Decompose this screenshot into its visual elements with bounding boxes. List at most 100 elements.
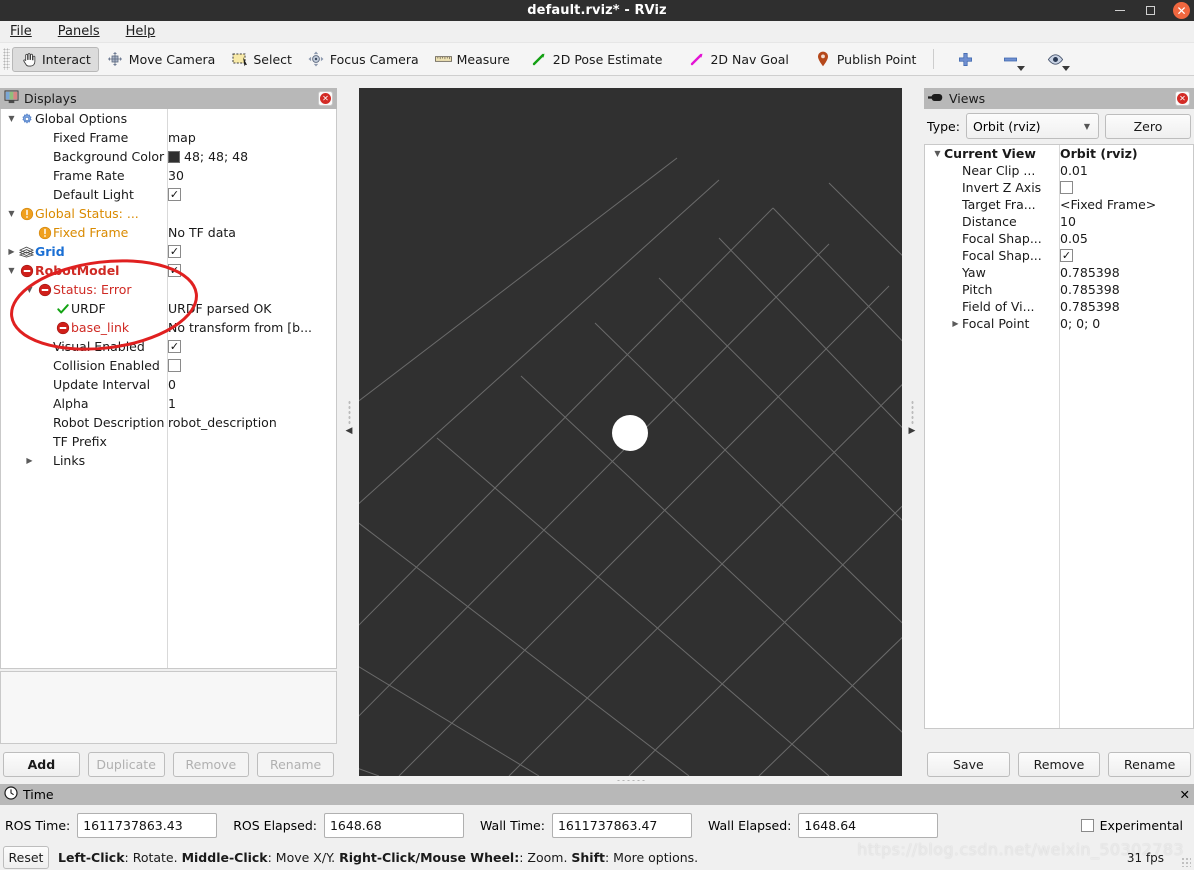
displays-row-global-status[interactable]: ▼ Global Status: ... [1, 204, 336, 223]
views-row-target-fra[interactable]: Target Fra... <Fixed Frame> [925, 196, 1193, 213]
views-row-value[interactable]: 0.05 [1060, 231, 1088, 246]
displays-row-collision-enabled[interactable]: Collision Enabled [1, 356, 336, 375]
expand-arrow-down-icon[interactable]: ▼ [931, 149, 944, 158]
expand-arrow-right-icon[interactable]: ▶ [5, 247, 18, 256]
minus-icon[interactable] [1002, 51, 1026, 71]
tool-move-camera[interactable]: Move Camera [99, 47, 224, 72]
displays-row-background-color[interactable]: Background Color 48; 48; 48 [1, 147, 336, 166]
right-collapse-arrow-icon[interactable]: ▶ [909, 426, 916, 436]
tool-measure[interactable]: Measure [427, 47, 518, 72]
displays-row-value[interactable]: URDF parsed OK [168, 301, 272, 316]
views-tree[interactable]: ▼ Current View Orbit (rviz) Near Clip ... 0.… [924, 144, 1194, 729]
time-close-button[interactable]: ✕ [1180, 787, 1190, 802]
background-color-swatch[interactable] [168, 150, 180, 163]
menu-file[interactable]: File [7, 23, 35, 40]
displays-row-checkbox[interactable] [168, 359, 181, 372]
render-viewport-3d[interactable] [359, 88, 902, 776]
displays-row-grid[interactable]: ▶ Grid ✓ [1, 242, 336, 261]
views-close-button[interactable]: ✕ [1175, 91, 1190, 106]
wall-time-input[interactable]: 1611737863.47 [551, 812, 692, 838]
expand-arrow-down-icon[interactable]: ▼ [23, 285, 36, 294]
tool-publish-point[interactable]: Publish Point [807, 47, 925, 72]
displays-row-global-options[interactable]: ▼ Global Options [1, 109, 336, 128]
displays-row-alpha[interactable]: Alpha 1 [1, 394, 336, 413]
displays-row-value[interactable]: map [168, 130, 196, 145]
views-row-near-clip[interactable]: Near Clip ... 0.01 [925, 162, 1193, 179]
views-row-distance[interactable]: Distance 10 [925, 213, 1193, 230]
views-row-value[interactable]: 0; 0; 0 [1060, 316, 1100, 331]
expand-arrow-down-icon[interactable]: ▼ [5, 114, 18, 123]
views-row-current-view[interactable]: ▼ Current View Orbit (rviz) [925, 145, 1193, 162]
displays-row-visual-enabled[interactable]: Visual Enabled ✓ [1, 337, 336, 356]
view-type-select[interactable]: Orbit (rviz) ▼ [965, 113, 1099, 139]
displays-row-checkbox[interactable]: ✓ [168, 245, 181, 258]
remove-display-button[interactable]: Remove [172, 752, 250, 777]
tool-interact[interactable]: Interact [12, 46, 99, 72]
expand-arrow-right-icon[interactable]: ▶ [949, 319, 962, 328]
views-row-value[interactable]: 10 [1060, 214, 1076, 229]
displays-row-value[interactable]: robot_description [168, 415, 277, 430]
views-row-pitch[interactable]: Pitch 0.785398 [925, 281, 1193, 298]
displays-row-fixed-frame[interactable]: Fixed Frame No TF data [1, 223, 336, 242]
views-row-focal-point[interactable]: ▶ Focal Point 0; 0; 0 [925, 315, 1193, 332]
displays-close-button[interactable]: ✕ [318, 91, 333, 106]
expand-arrow-down-icon[interactable]: ▼ [5, 209, 18, 218]
remove-view-button[interactable]: Remove [1017, 752, 1101, 777]
duplicate-button[interactable]: Duplicate [87, 752, 165, 777]
experimental-checkbox[interactable] [1080, 818, 1094, 832]
displays-row-value[interactable]: No transform from [b... [168, 320, 312, 335]
displays-row-robot-description[interactable]: Robot Description robot_description [1, 413, 336, 432]
displays-row-value[interactable]: No TF data [168, 225, 236, 240]
save-view-button[interactable]: Save [927, 752, 1010, 777]
resize-grip[interactable] [1181, 857, 1191, 867]
left-collapse-arrow-icon[interactable]: ◀ [346, 426, 353, 436]
left-splitter[interactable]: ◀ [339, 88, 359, 784]
displays-tree[interactable]: ▼ Global Options Fixed Frame map Background … [0, 109, 337, 669]
displays-row-value[interactable]: 30 [168, 168, 184, 183]
menu-panels[interactable]: Panels [55, 23, 103, 40]
views-row-value[interactable]: 0.785398 [1060, 282, 1120, 297]
viewport-bottom-grip[interactable] [359, 776, 902, 784]
eye-icon[interactable] [1047, 51, 1071, 71]
expand-arrow-down-icon[interactable]: ▼ [5, 266, 18, 275]
maximize-button[interactable] [1142, 2, 1159, 19]
views-row-value[interactable]: 0.785398 [1060, 265, 1120, 280]
views-row-checkbox[interactable]: ✓ [1060, 249, 1073, 262]
displays-row-tf-prefix[interactable]: TF Prefix [1, 432, 336, 451]
tool-focus-camera[interactable]: Focus Camera [300, 47, 427, 72]
tool-select[interactable]: Select [223, 47, 300, 72]
toolbar-drag-handle[interactable] [3, 48, 10, 70]
displays-row-frame-rate[interactable]: Frame Rate 30 [1, 166, 336, 185]
displays-row-update-interval[interactable]: Update Interval 0 [1, 375, 336, 394]
displays-row-checkbox[interactable]: ✓ [168, 264, 181, 277]
tool-2d-nav-goal[interactable]: 2D Nav Goal [680, 47, 796, 72]
displays-row-checkbox[interactable]: ✓ [168, 188, 181, 201]
displays-row-value[interactable]: 0 [168, 377, 176, 392]
displays-row-default-light[interactable]: Default Light ✓ [1, 185, 336, 204]
views-row-value[interactable]: <Fixed Frame> [1060, 197, 1156, 212]
views-row-value[interactable]: 0.01 [1060, 163, 1088, 178]
close-button[interactable]: ✕ [1173, 2, 1190, 19]
wall-elapsed-input[interactable]: 1648.64 [798, 812, 939, 838]
reset-button[interactable]: Reset [3, 846, 49, 869]
views-row-checkbox[interactable] [1060, 181, 1073, 194]
displays-row-checkbox[interactable]: ✓ [168, 340, 181, 353]
zero-button[interactable]: Zero [1105, 113, 1191, 139]
views-row-value[interactable]: 0.785398 [1060, 299, 1120, 314]
menu-help[interactable]: Help [123, 23, 159, 40]
views-row-focal-shap[interactable]: Focal Shap... 0.05 [925, 230, 1193, 247]
displays-row-value[interactable]: 1 [168, 396, 176, 411]
views-row-invert-z-axis[interactable]: Invert Z Axis [925, 179, 1193, 196]
add-button[interactable]: Add [3, 752, 80, 777]
experimental-toggle[interactable]: Experimental [1080, 818, 1189, 833]
plus-icon[interactable] [957, 51, 974, 68]
views-row-yaw[interactable]: Yaw 0.785398 [925, 264, 1193, 281]
views-row-value[interactable]: Orbit (rviz) [1060, 146, 1138, 161]
ros-elapsed-input[interactable]: 1648.68 [323, 812, 464, 838]
rename-view-button[interactable]: Rename [1108, 752, 1192, 777]
ros-time-input[interactable]: 1611737863.43 [77, 812, 218, 838]
expand-arrow-right-icon[interactable]: ▶ [23, 456, 36, 465]
displays-row-robotmodel[interactable]: ▼ RobotModel ✓ [1, 261, 336, 280]
displays-row-fixed-frame[interactable]: Fixed Frame map [1, 128, 336, 147]
tool-2d-pose-estimate[interactable]: 2D Pose Estimate [523, 47, 671, 72]
